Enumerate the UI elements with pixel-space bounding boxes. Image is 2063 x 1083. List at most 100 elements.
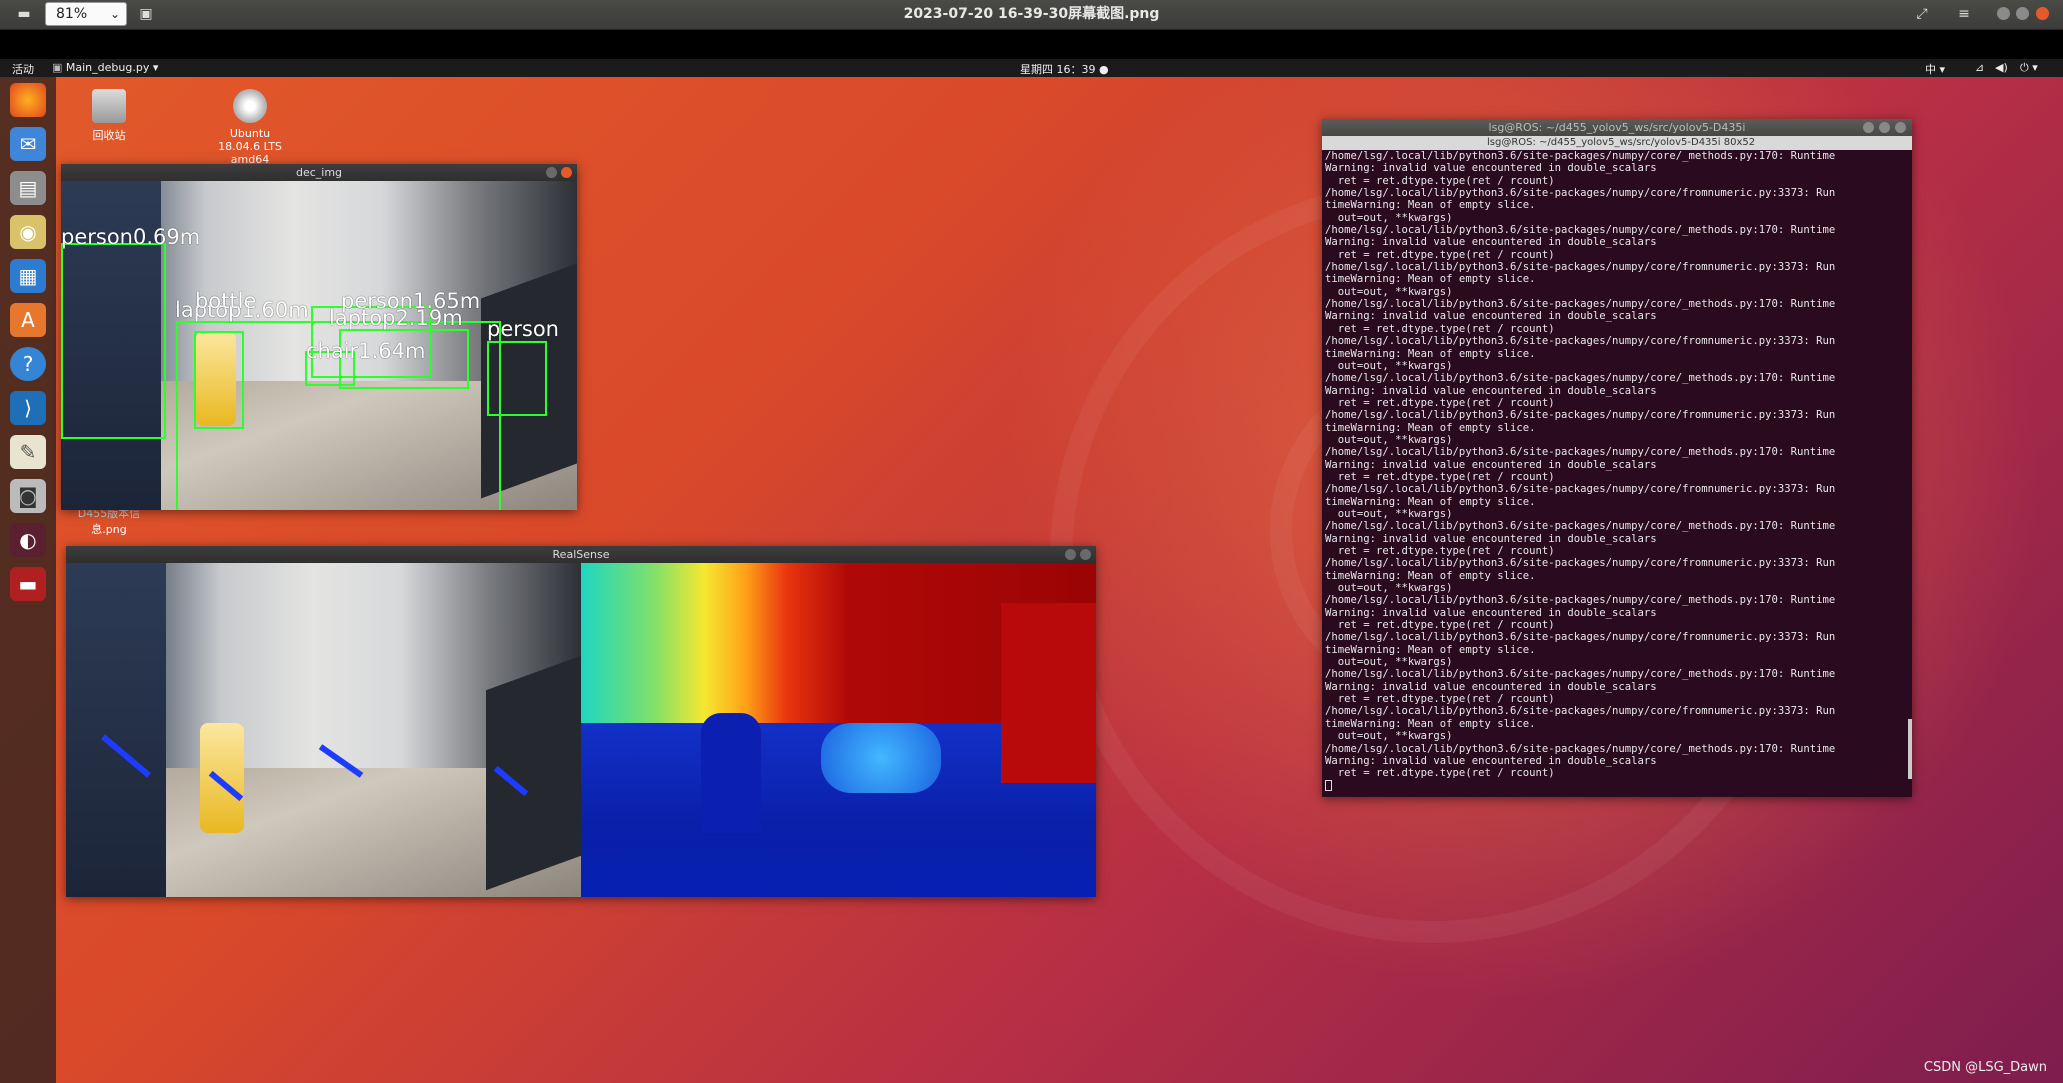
camera-icon[interactable]: ◙ [10, 479, 46, 513]
dec-img-titlebar[interactable]: dec_img [61, 164, 577, 181]
terminal-scrollbar[interactable] [1908, 719, 1912, 779]
terminal-line: out=out, **kwargs) [1325, 582, 1453, 595]
dvd-label-1: Ubuntu [229, 127, 271, 140]
realsense-app-icon[interactable]: ◐ [10, 523, 46, 557]
app-menu-label: Main_debug.py ▾ [65, 61, 159, 74]
terminal-line: /home/lsg/.local/lib/python3.6/site-pack… [1325, 446, 1836, 459]
terminal-line: out=out, **kwargs) [1325, 656, 1453, 669]
terminal-line: /home/lsg/.local/lib/python3.6/site-pack… [1325, 372, 1836, 385]
person-foreground [66, 563, 166, 897]
detection-label: bottle [195, 289, 257, 313]
close-button[interactable] [561, 167, 572, 178]
detection-label: laptop2.19m [329, 306, 463, 330]
minimize-button[interactable] [1997, 7, 2010, 20]
realsense-titlebar[interactable]: RealSense [66, 546, 1096, 563]
detection-box-bottle [194, 331, 244, 429]
software-icon[interactable]: A [10, 303, 46, 337]
maximize-button[interactable] [2016, 7, 2029, 20]
minimize-button[interactable] [1065, 549, 1076, 560]
terminal-line: Warning: invalid value encountered in do… [1325, 162, 1657, 175]
terminal-line: timeWarning: Mean of empty slice. [1325, 717, 1536, 730]
detection-box-person-3 [487, 341, 547, 416]
clock[interactable]: 星期四 16：39 ● [1020, 61, 1109, 77]
detection-label: person0.69m [61, 225, 201, 249]
depth-far-wall [1001, 603, 1096, 783]
terminal-line: Warning: invalid value encountered in do… [1325, 754, 1657, 767]
gnome-top-panel: 活动 ▣ Main_debug.py ▾ 星期四 16：39 ● 中 ▾ ⊿ ◀… [0, 59, 2063, 77]
vscode-icon[interactable]: ⟩ [10, 391, 46, 425]
firefox-icon[interactable] [10, 83, 46, 117]
terminal-tab-bar[interactable]: lsg@ROS: ~/d455_yolov5_ws/src/yolov5-D43… [1322, 136, 1912, 150]
terminal-output[interactable]: /home/lsg/.local/lib/python3.6/site-pack… [1325, 150, 1906, 791]
terminal-subtitle: lsg@ROS: ~/d455_yolov5_ws/src/yolov5-D43… [1487, 137, 1756, 148]
terminal-line: /home/lsg/.local/lib/python3.6/site-pack… [1325, 742, 1836, 755]
terminal-line: timeWarning: Mean of empty slice. [1325, 643, 1536, 656]
volume-icon[interactable]: ◀) [1995, 61, 2008, 74]
terminal-line: /home/lsg/.local/lib/python3.6/site-pack… [1325, 409, 1836, 422]
close-button[interactable] [1895, 122, 1906, 133]
trash-label: 回收站 [92, 129, 126, 142]
terminal-line: out=out, **kwargs) [1325, 359, 1453, 372]
detection-label: chair1.64m [306, 339, 426, 363]
app-menu[interactable]: ▣ Main_debug.py ▾ [52, 61, 158, 74]
network-icon[interactable]: ⊿ [1975, 61, 1984, 74]
image-viewer-toolbar: ▬ 81% ⌄ ▣ 2023-07-20 16-39-30屏幕截图.png ⤢ … [0, 0, 2063, 30]
terminal-line: ret = ret.dtype.type(ret / rcount) [1325, 619, 1555, 632]
terminal-line: /home/lsg/.local/lib/python3.6/site-pack… [1325, 261, 1836, 274]
close-button[interactable] [2036, 7, 2049, 20]
terminal-line: timeWarning: Mean of empty slice. [1325, 273, 1536, 286]
maximize-button[interactable] [1879, 122, 1890, 133]
terminal-line: /home/lsg/.local/lib/python3.6/site-pack… [1325, 594, 1836, 607]
thunderbird-icon[interactable]: ✉ [10, 127, 46, 161]
trash-desktop-icon[interactable]: 回收站 [64, 89, 154, 143]
terminal-line: out=out, **kwargs) [1325, 433, 1453, 446]
depth-bottle-silhouette [701, 713, 761, 833]
terminal-line: /home/lsg/.local/lib/python3.6/site-pack… [1325, 483, 1836, 496]
dec-img-app-icon[interactable]: ▬ [10, 567, 46, 601]
terminal-line: /home/lsg/.local/lib/python3.6/site-pack… [1325, 224, 1836, 237]
terminal-line: timeWarning: Mean of empty slice. [1325, 199, 1536, 212]
image-file-label-2: 息.png [91, 523, 127, 536]
writer-icon[interactable]: ▦ [10, 259, 46, 293]
terminal-title: lsg@ROS: ~/d455_yolov5_ws/src/yolov5-D43… [1488, 121, 1746, 134]
terminal-line: Warning: invalid value encountered in do… [1325, 532, 1657, 545]
terminal-line: out=out, **kwargs) [1325, 211, 1453, 224]
realsense-window[interactable]: RealSense [66, 546, 1096, 897]
close-button[interactable] [1080, 549, 1091, 560]
detection-box-person-1 [61, 243, 166, 439]
terminal-line: timeWarning: Mean of empty slice. [1325, 421, 1536, 434]
dvd-desktop-icon[interactable]: Ubuntu 18.04.6 LTS amd64 [205, 89, 295, 166]
terminal-line: Warning: invalid value encountered in do… [1325, 680, 1657, 693]
terminal-line: ret = ret.dtype.type(ret / rcount) [1325, 693, 1555, 706]
terminal-line: Warning: invalid value encountered in do… [1325, 236, 1657, 249]
detection-label: person [487, 317, 559, 341]
hamburger-menu-icon[interactable]: ≡ [1952, 3, 1976, 25]
files-icon[interactable]: ▤ [10, 171, 46, 205]
terminal-line: /home/lsg/.local/lib/python3.6/site-pack… [1325, 150, 1836, 162]
terminal-line: /home/lsg/.local/lib/python3.6/site-pack… [1325, 187, 1836, 200]
text-editor-icon[interactable]: ✎ [10, 435, 46, 469]
power-icon[interactable]: ⏻ ▾ [2020, 61, 2038, 75]
dec-img-window[interactable]: dec_img person0.69m laptop1.60m bottle p… [61, 164, 577, 510]
fullscreen-icon[interactable]: ⤢ [1910, 3, 1934, 25]
viewer-title: 2023-07-20 16-39-30屏幕截图.png [903, 6, 1160, 22]
color-stream-view [66, 563, 581, 897]
depth-stream-view [581, 563, 1096, 897]
terminal-line: out=out, **kwargs) [1325, 730, 1453, 743]
terminal-line: ret = ret.dtype.type(ret / rcount) [1325, 545, 1555, 557]
terminal-line: ret = ret.dtype.type(ret / rcount) [1325, 396, 1555, 409]
terminal-line: Warning: invalid value encountered in do… [1325, 458, 1657, 471]
minimize-button[interactable] [1863, 122, 1874, 133]
minimize-button[interactable] [546, 167, 557, 178]
rhythmbox-icon[interactable]: ◉ [10, 215, 46, 249]
input-method[interactable]: 中 ▾ [1925, 61, 1945, 77]
dvd-label-2: 18.04.6 LTS [218, 140, 282, 153]
help-icon[interactable]: ? [10, 347, 46, 381]
terminal-window[interactable]: lsg@ROS: ~/d455_yolov5_ws/src/yolov5-D43… [1322, 119, 1912, 797]
terminal-titlebar[interactable]: lsg@ROS: ~/d455_yolov5_ws/src/yolov5-D43… [1322, 119, 1912, 136]
activities-button[interactable]: 活动 [12, 61, 34, 77]
terminal-line: /home/lsg/.local/lib/python3.6/site-pack… [1325, 557, 1836, 570]
trash-icon [92, 89, 126, 123]
terminal-line: ret = ret.dtype.type(ret / rcount) [1325, 322, 1555, 335]
dvd-icon [233, 89, 267, 123]
